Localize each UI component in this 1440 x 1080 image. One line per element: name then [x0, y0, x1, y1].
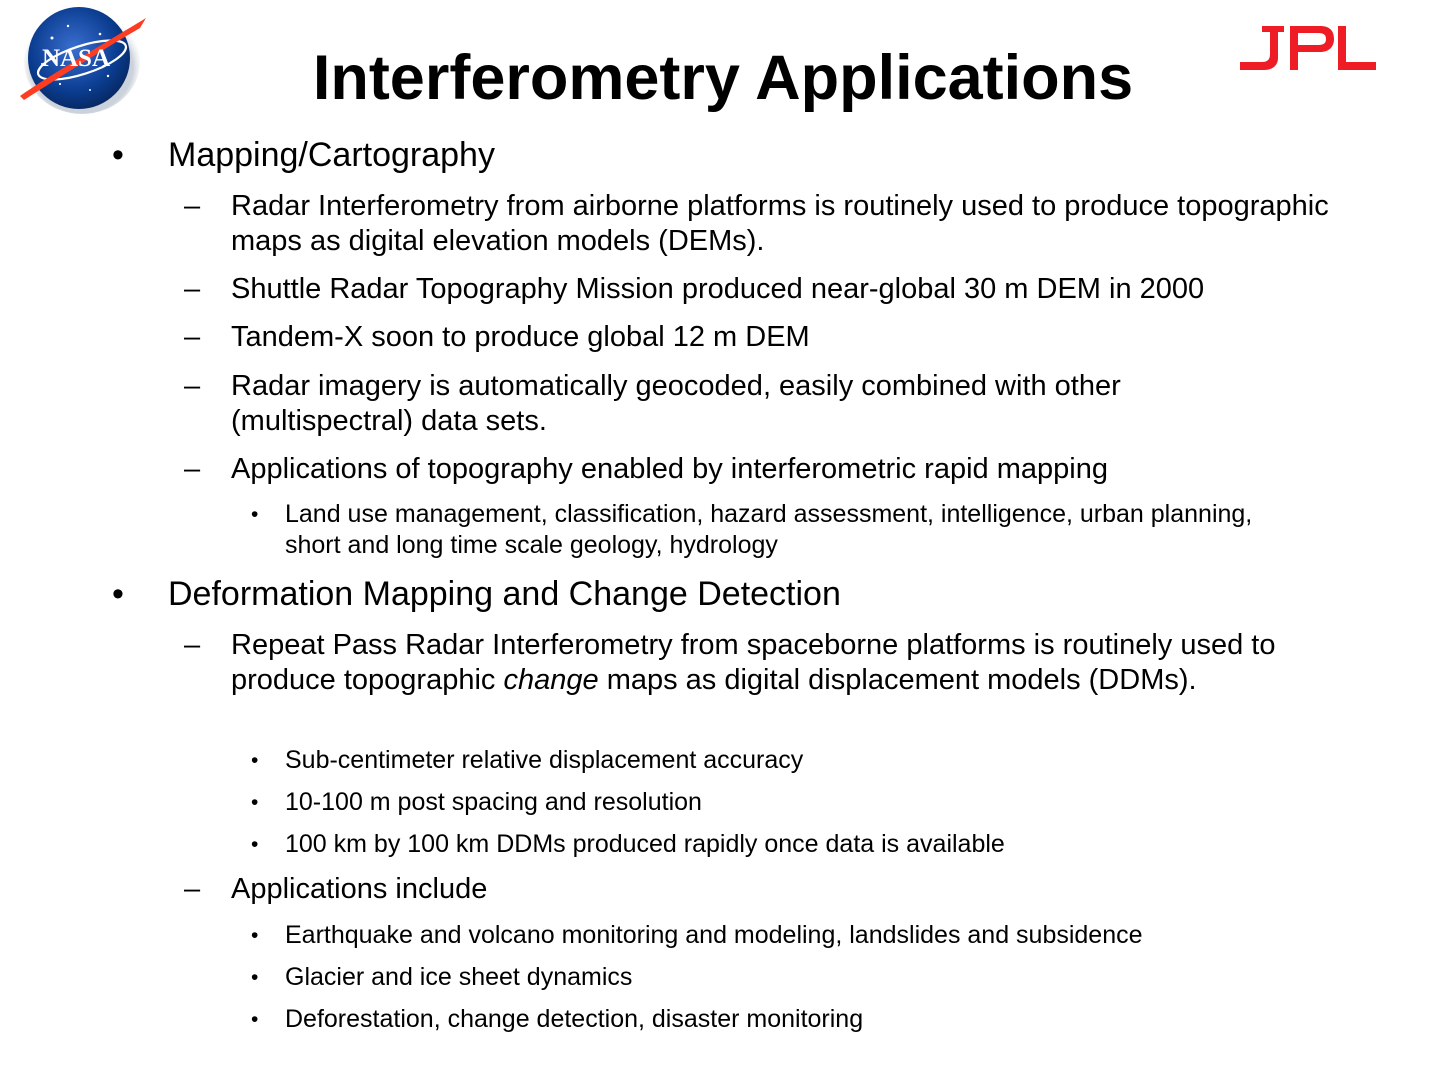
sub-sub-bullet-glacier: • Glacier and ice sheet dynamics [251, 962, 1285, 993]
sub-bullet-text-end: maps as digital displacement models (DDM… [598, 664, 1197, 696]
sub-bullet-srtm: – Shuttle Radar Topography Mission produ… [184, 272, 1351, 307]
sub-sub-bullet-text: Sub-centimeter relative displacement acc… [285, 746, 804, 774]
bullet-marker: • [251, 924, 259, 947]
bullet-mapping: • Mapping/Cartography [112, 136, 495, 174]
sub-bullet-airborne-dem: – Radar Interferometry from airborne pla… [184, 189, 1351, 259]
sub-sub-bullet-text: Land use management, classification, haz… [285, 500, 1253, 559]
dash-marker: – [184, 453, 201, 485]
dash-marker: – [184, 370, 201, 402]
sub-sub-bullet-deforestation: • Deforestation, change detection, disas… [251, 1004, 1285, 1035]
dash-marker: – [184, 321, 201, 353]
bullet-marker: • [251, 833, 259, 856]
bullet-marker: • [251, 791, 259, 814]
bullet-deformation-label: Deformation Mapping and Change Detection [168, 575, 841, 613]
sub-bullet-text: Shuttle Radar Topography Mission produce… [231, 273, 1205, 305]
sub-bullet-text: Radar imagery is automatically geocoded,… [231, 370, 1121, 437]
sub-sub-bullet-text: Deforestation, change detection, disaste… [285, 1005, 864, 1033]
bullet-marker: • [251, 966, 259, 989]
bullet-marker: • [251, 503, 259, 526]
sub-bullet-tandem-x: – Tandem-X soon to produce global 12 m D… [184, 320, 1351, 355]
dash-marker: – [184, 629, 201, 661]
sub-bullet-emphasis: change [503, 664, 599, 696]
sub-bullet-applications-include: – Applications include [184, 872, 1351, 907]
bullet-marker: • [112, 136, 124, 174]
sub-bullet-geocoded: – Radar imagery is automatically geocode… [184, 369, 1231, 439]
sub-sub-bullet-land-use: • Land use management, classification, h… [251, 499, 1265, 561]
sub-sub-bullet-post-spacing: • 10-100 m post spacing and resolution [251, 787, 1285, 818]
sub-sub-bullet-earthquake: • Earthquake and volcano monitoring and … [251, 920, 1285, 951]
sub-bullet-text: Applications include [231, 873, 488, 905]
dash-marker: – [184, 190, 201, 222]
sub-sub-bullet-text: Earthquake and volcano monitoring and mo… [285, 921, 1143, 949]
sub-sub-bullet-accuracy: • Sub-centimeter relative displacement a… [251, 745, 1285, 776]
bullet-marker: • [112, 575, 124, 613]
dash-marker: – [184, 273, 201, 305]
dash-marker: – [184, 873, 201, 905]
sub-sub-bullet-ddm-size: • 100 km by 100 km DDMs produced rapidly… [251, 829, 1285, 860]
bullet-marker: • [251, 749, 259, 772]
bullet-deformation: • Deformation Mapping and Change Detecti… [112, 575, 841, 613]
bullet-marker: • [251, 1008, 259, 1031]
sub-bullet-text: Radar Interferometry from airborne platf… [231, 190, 1329, 257]
sub-bullet-topography-applications: – Applications of topography enabled by … [184, 452, 1351, 487]
sub-sub-bullet-text: 100 km by 100 km DDMs produced rapidly o… [285, 830, 1005, 858]
bullet-mapping-label: Mapping/Cartography [168, 136, 495, 174]
sub-sub-bullet-text: Glacier and ice sheet dynamics [285, 963, 633, 991]
sub-bullet-text: Applications of topography enabled by in… [231, 453, 1108, 485]
sub-bullet-text: Tandem-X soon to produce global 12 m DEM [231, 321, 810, 353]
slide-title: Interferometry Applications [312, 43, 1134, 113]
sub-sub-bullet-text: 10-100 m post spacing and resolution [285, 788, 702, 816]
sub-bullet-repeat-pass: – Repeat Pass Radar Interferometry from … [184, 628, 1311, 698]
